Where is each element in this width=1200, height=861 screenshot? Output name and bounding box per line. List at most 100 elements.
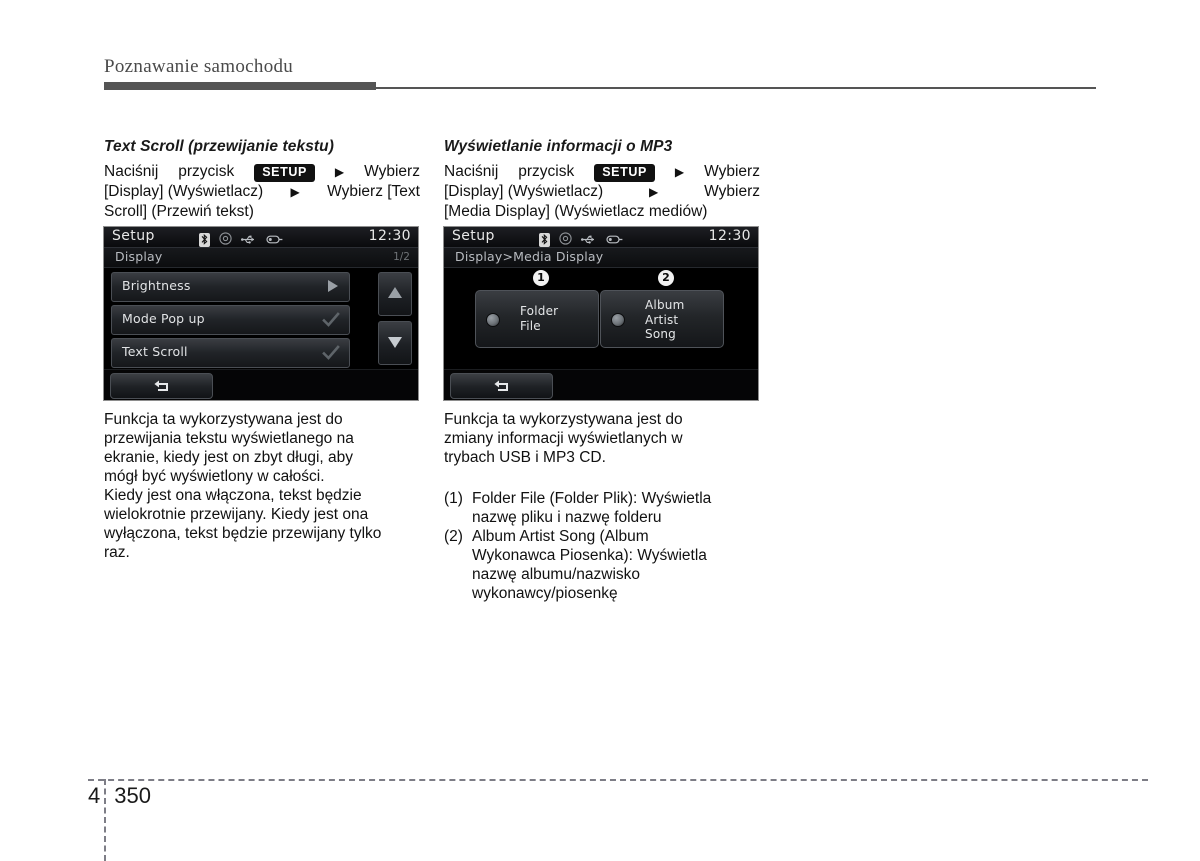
disc-icon <box>559 230 572 249</box>
header-rule-thin <box>376 87 1096 89</box>
item1-line2: nazwę pliku i nazwę folderu <box>472 509 662 526</box>
callout-number-2: 2 <box>658 270 674 286</box>
left-lead-display-menu: [Display] (Wyświetlacz) <box>104 183 264 200</box>
item2-line3: nazwę albumu/nazwisko <box>472 566 641 583</box>
right-lead-word-select: Wybierz <box>704 163 760 180</box>
left-p1-line3: ekranie, kiedy jest on zbyt długi, aby <box>104 449 353 466</box>
callout-number-1: 1 <box>533 270 549 286</box>
crop-mark-horizontal <box>88 779 1148 781</box>
list-item-1: (1) Folder File (Folder Plik): Wyświetla… <box>444 489 760 527</box>
triangle-up-icon <box>388 287 402 298</box>
check-icon[interactable] <box>321 310 341 330</box>
hu-left-titlebar: Setup 12:30 <box>104 227 418 248</box>
list-item-label: Mode Pop up <box>122 311 205 326</box>
list-item-text-scroll[interactable]: Text Scroll <box>111 338 350 368</box>
hu-right-footer <box>444 369 758 400</box>
option-line: Artist <box>645 312 679 327</box>
option-line: File <box>520 318 541 333</box>
right-p1-line2: zmiany informacji wyświetlanych w <box>444 430 683 447</box>
back-button[interactable] <box>110 373 213 399</box>
right-body-text: Funkcja ta wykorzystywana jest do zmiany… <box>444 410 760 603</box>
left-p2-line3: wyłączona, tekst będzie przewijany tylko <box>104 525 382 542</box>
hu-right-subheader: Display>Media Display <box>444 248 758 268</box>
item2-line2: Wykonawca Piosenka): Wyświetla <box>472 547 707 564</box>
right-lead-word-button: przycisk <box>518 163 575 180</box>
triangle-down-icon <box>388 337 402 348</box>
right-instruction-block: Naciśnij przycisk SETUP ▶ Wybierz [Displ… <box>444 162 760 221</box>
option-label: Album Artist Song <box>645 298 684 342</box>
list-marker: (2) <box>444 528 463 545</box>
disc-icon <box>219 230 232 249</box>
left-section-heading: Text Scroll (przewijanie tekstu) <box>104 138 335 155</box>
left-paragraph-2: Kiedy jest ona włączona, tekst będzie wi… <box>104 486 420 562</box>
ipod-icon <box>606 230 624 249</box>
hu-left-title: Setup <box>112 228 155 244</box>
list-marker: (1) <box>444 490 463 507</box>
right-lead-display-menu: [Display] (Wyświetlacz) <box>444 183 604 200</box>
left-lead-word-select: Wybierz <box>364 163 420 180</box>
hu-left-footer <box>104 369 418 400</box>
headunit-screenshot-display-settings: Setup 12:30 Display 1/2 Brightness Mode … <box>103 226 419 401</box>
left-lead-word-button: przycisk <box>178 163 235 180</box>
left-column: Text Scroll (przewijanie tekstu) Naciśni… <box>104 138 420 221</box>
option-label: Folder File <box>520 304 558 333</box>
option-line: Album <box>645 298 685 312</box>
left-p2-line1: Kiedy jest ona włączona, tekst będzie <box>104 487 362 504</box>
scroll-down-button[interactable] <box>378 321 412 365</box>
option-line: Song <box>645 327 676 341</box>
usb-icon <box>241 230 257 249</box>
numbered-definition-list: (1) Folder File (Folder Plik): Wyświetla… <box>444 489 760 603</box>
setup-button-chip[interactable]: SETUP <box>254 164 315 182</box>
page-number: 350 <box>114 783 151 808</box>
list-item-mode-popup[interactable]: Mode Pop up <box>111 305 350 335</box>
hu-left-clock: 12:30 <box>368 228 411 244</box>
left-paragraph-1-body: przewijania tekstu wyświetlanego na ekra… <box>104 429 420 486</box>
usb-icon <box>581 230 597 249</box>
step-arrow-icon: ▶ <box>334 165 345 179</box>
right-lead-select: Wybierz <box>704 183 760 200</box>
ipod-icon <box>266 230 284 249</box>
chevron-right-icon <box>328 280 338 292</box>
item2-line4: wykonawcy/piosenkę <box>472 585 618 602</box>
folio: 4 350 <box>88 783 151 809</box>
radio-button-icon[interactable] <box>486 313 500 327</box>
list-item-label: Brightness <box>122 278 191 293</box>
step-arrow-icon-2: ▶ <box>649 185 659 199</box>
left-p1-line4: mógł być wyświetlony w całości. <box>104 468 325 485</box>
right-p1-line3: trybach USB i MP3 CD. <box>444 449 606 466</box>
page-title: Poznawanie samochodu <box>104 56 294 77</box>
left-p2-line4: raz. <box>104 544 130 561</box>
check-icon[interactable] <box>321 343 341 363</box>
left-p1-line1: Funkcja ta wykorzystywana jest do <box>104 410 420 429</box>
left-instruction-block: Naciśnij przycisk SETUP ▶ Wybierz [Displ… <box>104 162 420 221</box>
right-paragraph-1: Funkcja ta wykorzystywana jest do zmiany… <box>444 410 760 467</box>
hu-left-status-icons <box>199 230 284 249</box>
chapter-number: 4 <box>88 783 101 808</box>
option-folder-file[interactable]: Folder File <box>475 290 599 348</box>
scroll-up-button[interactable] <box>378 272 412 316</box>
setup-button-chip[interactable]: SETUP <box>594 164 655 182</box>
option-line: Folder <box>520 304 559 318</box>
headunit-screenshot-media-display: Setup 12:30 Display>Media Display 1 2 Fo <box>443 226 759 401</box>
hu-left-subtitle: Display <box>115 249 163 264</box>
right-p1-line1: Funkcja ta wykorzystywana jest do <box>444 411 683 428</box>
right-column: Wyświetlanie informacji o MP3 Naciśnij p… <box>444 138 760 221</box>
back-button[interactable] <box>450 373 553 399</box>
hu-right-titlebar: Setup 12:30 <box>444 227 758 248</box>
hu-right-breadcrumb: Display>Media Display <box>455 249 604 264</box>
list-item-brightness[interactable]: Brightness <box>111 272 350 302</box>
left-lead-line3: Scroll] (Przewiń tekst) <box>104 203 254 220</box>
hu-right-status-icons <box>539 230 624 249</box>
right-lead-word-press: Naciśnij <box>444 163 499 180</box>
left-p1-line2: przewijania tekstu wyświetlanego na <box>104 430 354 447</box>
hu-right-clock: 12:30 <box>708 228 751 244</box>
text-line: Funkcja ta wykorzystywana jest do <box>104 411 343 428</box>
hu-left-subheader: Display 1/2 <box>104 248 418 268</box>
right-lead-line3: [Media Display] (Wyświetlacz mediów) <box>444 203 708 220</box>
left-body-text: Funkcja ta wykorzystywana jest do przewi… <box>104 410 420 562</box>
option-album-artist-song[interactable]: Album Artist Song <box>600 290 724 348</box>
radio-button-icon[interactable] <box>611 313 625 327</box>
list-item-label: Text Scroll <box>122 344 188 359</box>
item1-line1: Folder File (Folder Plik): Wyświetla <box>472 490 712 507</box>
left-lead-select-textscroll: Wybierz [Text <box>327 183 420 200</box>
